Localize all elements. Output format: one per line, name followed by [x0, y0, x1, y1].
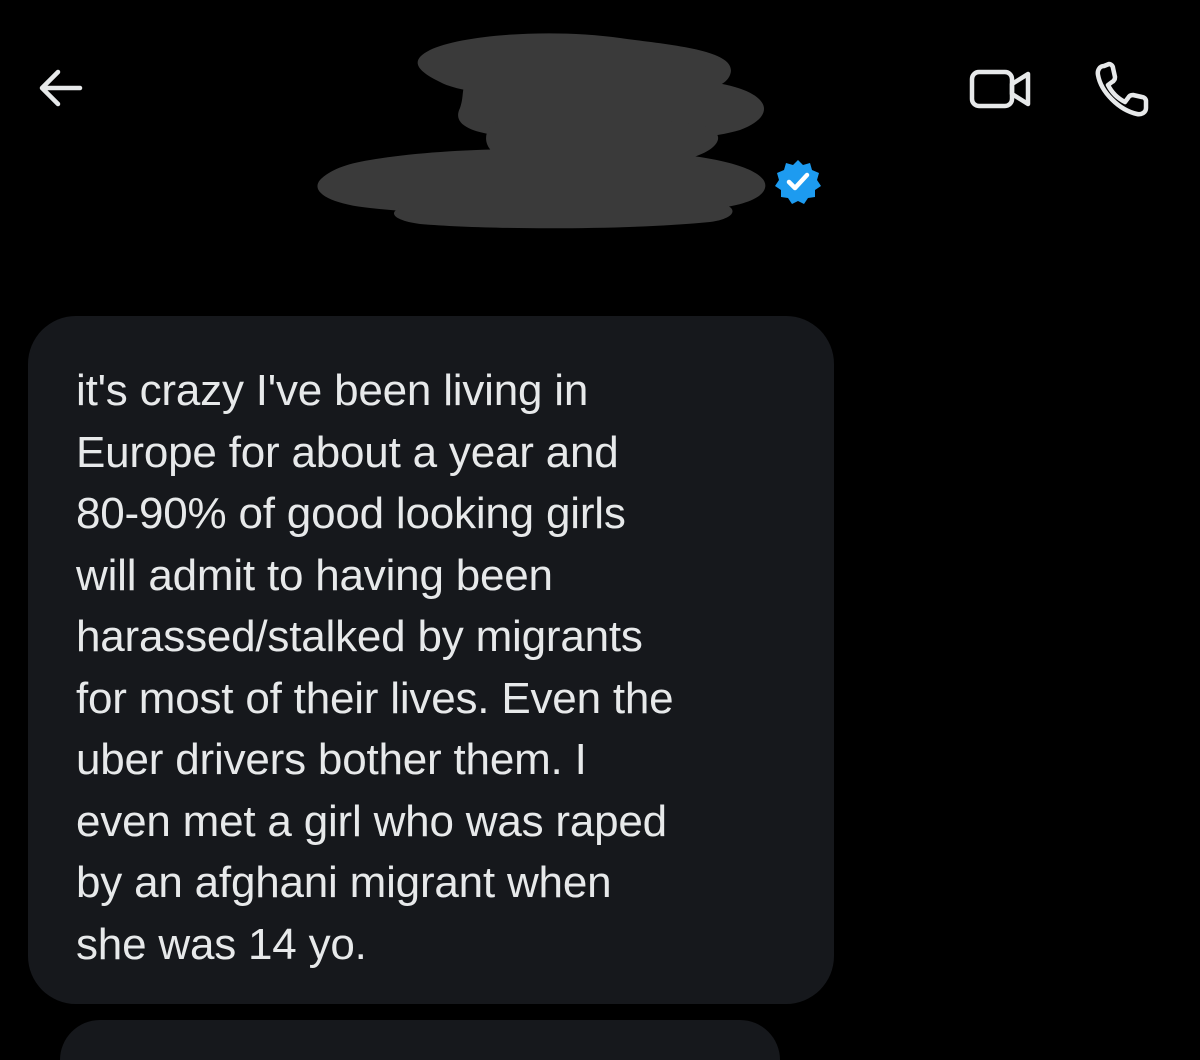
- back-button[interactable]: [28, 60, 92, 116]
- redacted-contact-name: [317, 33, 766, 229]
- verified-check-icon: [775, 160, 821, 204]
- video-call-button[interactable]: [962, 58, 1042, 122]
- conversation-header: [0, 0, 1200, 260]
- received-message-bubble[interactable]: it's crazy I've been living in Europe fo…: [28, 316, 834, 1004]
- voice-call-button[interactable]: [1086, 58, 1158, 122]
- video-camera-icon: [969, 69, 1031, 109]
- arrow-left-icon: [39, 69, 83, 107]
- next-message-bubble[interactable]: [60, 1020, 780, 1060]
- message-text: it's crazy I've been living in Europe fo…: [76, 366, 674, 969]
- phone-icon: [1095, 61, 1149, 117]
